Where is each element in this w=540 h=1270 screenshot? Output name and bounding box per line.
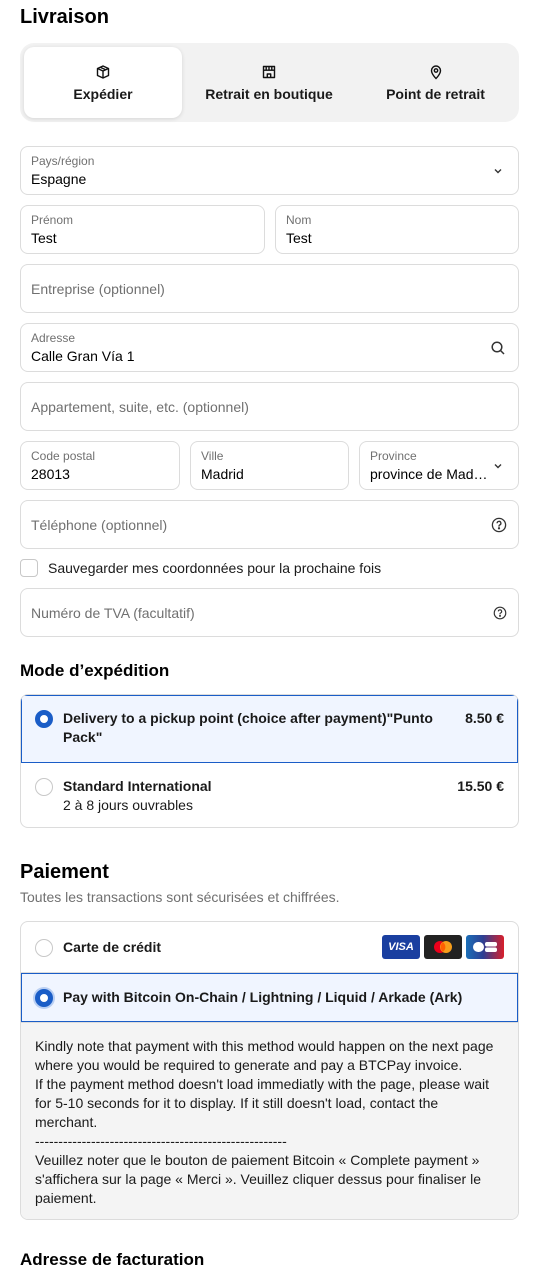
box-icon [96, 64, 110, 79]
bitcoin-info-separator: ----------------------------------------… [35, 1133, 287, 1149]
apartment-placeholder: Appartement, suite, etc. (optionnel) [31, 399, 249, 415]
delivery-method-tabs: Expédier Retrait en boutique Point de re… [20, 43, 519, 122]
last-name-label: Nom [286, 213, 312, 227]
shipping-option-pickup-point-radio[interactable] [35, 710, 53, 728]
save-info-row[interactable]: Sauvegarder mes coordonnées pour la proc… [20, 559, 381, 577]
shipping-option-standard-international-price: 15.50 € [457, 778, 504, 794]
first-name-value: Test [31, 230, 57, 246]
city-value: Madrid [201, 466, 244, 482]
mastercard-icon [424, 935, 462, 959]
last-name-value: Test [286, 230, 312, 246]
shipping-heading: Mode d’expédition [20, 661, 170, 680]
bitcoin-info-line: Kindly note that payment with this metho… [35, 1038, 494, 1073]
postal-code-label: Code postal [31, 449, 96, 463]
last-name-field[interactable]: Nom Test [275, 205, 519, 254]
company-field[interactable]: Entreprise (optionnel) [20, 264, 519, 313]
vat-placeholder: Numéro de TVA (facultatif) [31, 605, 195, 621]
tab-ship-label: Expédier [73, 85, 133, 102]
address-field[interactable]: Adresse Calle Gran Vía 1 [20, 323, 519, 372]
country-label: Pays/région [31, 154, 95, 168]
company-placeholder: Entreprise (optionnel) [31, 281, 165, 297]
address-value: Calle Gran Vía 1 [31, 348, 135, 364]
title-line-2: Pack" [63, 729, 103, 745]
vat-field[interactable]: Numéro de TVA (facultatif) [20, 588, 519, 637]
help-circle-icon[interactable] [493, 606, 507, 620]
payment-subtitle: Toutes les transactions sont sécurisées … [20, 889, 340, 905]
country-select[interactable]: Pays/région Espagne [20, 146, 519, 195]
card-brands: VISA [382, 935, 504, 959]
cb-card-icon [466, 935, 504, 959]
apartment-field[interactable]: Appartement, suite, etc. (optionnel) [20, 382, 519, 431]
billing-heading: Adresse de facturation [20, 1250, 205, 1269]
bitcoin-info-line: Veuillez noter que le bouton de paiement… [35, 1152, 481, 1206]
city-field[interactable]: Ville Madrid [190, 441, 349, 490]
city-label: Ville [201, 449, 224, 463]
bitcoin-info-line: If the payment method doesn't load immed… [35, 1076, 490, 1130]
address-label: Adresse [31, 331, 76, 345]
tab-store-pickup-label: Retrait en boutique [205, 85, 333, 102]
shipping-option-standard-international[interactable]: Standard International 2 à 8 jours ouvra… [21, 763, 518, 827]
tab-ship[interactable]: Expédier [24, 47, 182, 118]
bitcoin-payment-info: Kindly note that payment with this metho… [21, 1022, 518, 1219]
help-circle-icon[interactable] [491, 517, 507, 533]
postal-code-field[interactable]: Code postal 28013 [20, 441, 180, 490]
search-icon[interactable] [490, 340, 506, 356]
first-name-field[interactable]: Prénom Test [20, 205, 265, 254]
payment-options: Carte de crédit VISA Pay with Bitcoin On… [20, 921, 519, 1220]
tab-pickup-point-label: Point de retrait [386, 85, 485, 102]
country-value: Espagne [31, 171, 87, 187]
province-label: Province [370, 449, 417, 463]
tab-store-pickup[interactable]: Retrait en boutique [186, 47, 352, 118]
phone-placeholder: Téléphone (optionnel) [31, 517, 168, 533]
shipping-option-pickup-point[interactable]: Delivery to a pickup point (choice after… [21, 695, 518, 763]
payment-option-credit-card[interactable]: Carte de crédit VISA [21, 922, 518, 973]
tab-pickup-point[interactable]: Point de retrait [356, 47, 515, 118]
payment-option-bitcoin-radio[interactable] [35, 989, 53, 1007]
chevron-down-icon [494, 169, 502, 174]
shipping-option-pickup-point-price: 8.50 € [465, 710, 504, 726]
shipping-options: Delivery to a pickup point (choice after… [20, 694, 519, 828]
store-icon [262, 65, 276, 78]
delivery-heading: Livraison [20, 6, 109, 28]
payment-option-credit-card-title: Carte de crédit [63, 939, 162, 955]
province-value: province de Mad… [370, 466, 488, 482]
shipping-option-standard-international-title: Standard International [63, 778, 212, 794]
shipping-option-pickup-point-title: Delivery to a pickup point (choice after… [63, 709, 443, 747]
chevron-down-icon [494, 464, 502, 469]
save-info-label: Sauvegarder mes coordonnées pour la proc… [48, 560, 382, 576]
location-pin-icon [430, 64, 441, 79]
shipping-option-standard-international-subtitle: 2 à 8 jours ouvrables [63, 797, 193, 813]
first-name-label: Prénom [31, 213, 74, 227]
payment-option-bitcoin[interactable]: Pay with Bitcoin On-Chain / Lightning / … [21, 973, 518, 1022]
province-select[interactable]: Province province de Mad… [359, 441, 519, 490]
payment-option-credit-card-radio[interactable] [35, 939, 53, 957]
shipping-option-standard-international-radio[interactable] [35, 778, 53, 796]
phone-field[interactable]: Téléphone (optionnel) [20, 500, 519, 549]
title-line-1: Delivery to a pickup point (choice after… [63, 710, 433, 726]
save-info-checkbox[interactable] [20, 559, 38, 577]
postal-code-value: 28013 [31, 466, 70, 482]
visa-icon: VISA [382, 935, 420, 959]
payment-option-bitcoin-title: Pay with Bitcoin On-Chain / Lightning / … [63, 989, 463, 1005]
payment-heading: Paiement [20, 861, 109, 883]
